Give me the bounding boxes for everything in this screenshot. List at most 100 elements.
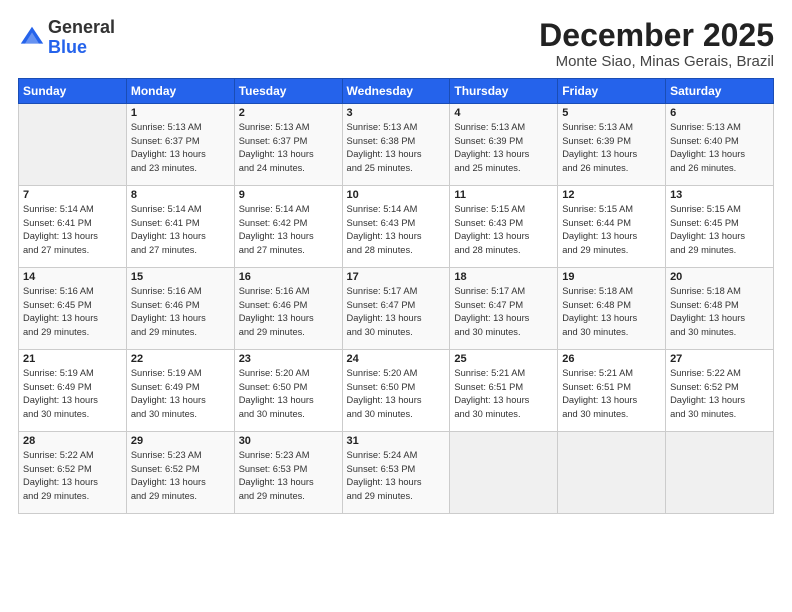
calendar-cell: 11 Sunrise: 5:15 AMSunset: 6:43 PMDayligh… xyxy=(450,186,558,268)
day-number: 12 xyxy=(562,189,661,201)
day-info: Sunrise: 5:22 AMSunset: 6:52 PMDaylight:… xyxy=(670,367,769,421)
day-info: Sunrise: 5:17 AMSunset: 6:47 PMDaylight:… xyxy=(347,285,446,339)
day-info: Sunrise: 5:16 AMSunset: 6:46 PMDaylight:… xyxy=(131,285,230,339)
day-number: 3 xyxy=(347,107,446,119)
week-row-3: 21 Sunrise: 5:19 AMSunset: 6:49 PMDayligh… xyxy=(19,350,774,432)
day-info: Sunrise: 5:14 AMSunset: 6:41 PMDaylight:… xyxy=(23,203,122,257)
day-info: Sunrise: 5:13 AMSunset: 6:40 PMDaylight:… xyxy=(670,121,769,175)
logo: General Blue xyxy=(18,18,115,58)
day-number: 11 xyxy=(454,189,553,201)
day-info: Sunrise: 5:22 AMSunset: 6:52 PMDaylight:… xyxy=(23,449,122,503)
calendar-cell: 22 Sunrise: 5:19 AMSunset: 6:49 PMDayligh… xyxy=(126,350,234,432)
calendar-cell xyxy=(666,432,774,514)
calendar-cell: 16 Sunrise: 5:16 AMSunset: 6:46 PMDayligh… xyxy=(234,268,342,350)
day-info: Sunrise: 5:20 AMSunset: 6:50 PMDaylight:… xyxy=(347,367,446,421)
day-number: 10 xyxy=(347,189,446,201)
day-number: 6 xyxy=(670,107,769,119)
day-number: 18 xyxy=(454,271,553,283)
header-cell-thursday: Thursday xyxy=(450,79,558,104)
calendar-cell: 23 Sunrise: 5:20 AMSunset: 6:50 PMDayligh… xyxy=(234,350,342,432)
day-number: 2 xyxy=(239,107,338,119)
day-number: 1 xyxy=(131,107,230,119)
calendar-cell: 20Sunrise: 5:18 AMSunset: 6:48 PMDayligh… xyxy=(666,268,774,350)
calendar-cell xyxy=(450,432,558,514)
calendar-cell: 25 Sunrise: 5:21 AMSunset: 6:51 PMDayligh… xyxy=(450,350,558,432)
day-number: 8 xyxy=(131,189,230,201)
day-number: 7 xyxy=(23,189,122,201)
logo-icon xyxy=(18,24,46,52)
day-info: Sunrise: 5:21 AMSunset: 6:51 PMDaylight:… xyxy=(454,367,553,421)
calendar-cell: 27 Sunrise: 5:22 AMSunset: 6:52 PMDayligh… xyxy=(666,350,774,432)
logo-general: General xyxy=(48,17,115,37)
calendar-cell: 17 Sunrise: 5:17 AMSunset: 6:47 PMDayligh… xyxy=(342,268,450,350)
day-number: 4 xyxy=(454,107,553,119)
day-info: Sunrise: 5:21 AMSunset: 6:51 PMDaylight:… xyxy=(562,367,661,421)
day-info: Sunrise: 5:14 AMSunset: 6:42 PMDaylight:… xyxy=(239,203,338,257)
header-row: SundayMondayTuesdayWednesdayThursdayFrid… xyxy=(19,79,774,104)
calendar-cell xyxy=(558,432,666,514)
calendar-cell: 14Sunrise: 5:16 AMSunset: 6:45 PMDayligh… xyxy=(19,268,127,350)
calendar-cell: 2 Sunrise: 5:13 AMSunset: 6:37 PMDaylight… xyxy=(234,104,342,186)
day-number: 28 xyxy=(23,435,122,447)
calendar-cell: 28 Sunrise: 5:22 AMSunset: 6:52 PMDayligh… xyxy=(19,432,127,514)
day-info: Sunrise: 5:15 AMSunset: 6:43 PMDaylight:… xyxy=(454,203,553,257)
day-number: 23 xyxy=(239,353,338,365)
title-block: December 2025 Monte Siao, Minas Gerais, … xyxy=(539,18,774,70)
day-info: Sunrise: 5:13 AMSunset: 6:37 PMDaylight:… xyxy=(239,121,338,175)
location: Monte Siao, Minas Gerais, Brazil xyxy=(539,53,774,70)
day-info: Sunrise: 5:16 AMSunset: 6:46 PMDaylight:… xyxy=(239,285,338,339)
calendar-cell: 19 Sunrise: 5:18 AMSunset: 6:48 PMDayligh… xyxy=(558,268,666,350)
day-number: 9 xyxy=(239,189,338,201)
calendar-cell: 8 Sunrise: 5:14 AMSunset: 6:41 PMDaylight… xyxy=(126,186,234,268)
calendar-cell: 13Sunrise: 5:15 AMSunset: 6:45 PMDayligh… xyxy=(666,186,774,268)
day-number: 19 xyxy=(562,271,661,283)
calendar-cell: 21 Sunrise: 5:19 AMSunset: 6:49 PMDayligh… xyxy=(19,350,127,432)
header-cell-friday: Friday xyxy=(558,79,666,104)
calendar-cell: 18 Sunrise: 5:17 AMSunset: 6:47 PMDayligh… xyxy=(450,268,558,350)
calendar-cell: 7 Sunrise: 5:14 AMSunset: 6:41 PMDaylight… xyxy=(19,186,127,268)
day-number: 14 xyxy=(23,271,122,283)
calendar-cell: 29 Sunrise: 5:23 AMSunset: 6:52 PMDayligh… xyxy=(126,432,234,514)
day-number: 5 xyxy=(562,107,661,119)
calendar-cell: 31Sunrise: 5:24 AMSunset: 6:53 PMDayligh… xyxy=(342,432,450,514)
week-row-4: 28 Sunrise: 5:22 AMSunset: 6:52 PMDayligh… xyxy=(19,432,774,514)
calendar-cell: 30Sunrise: 5:23 AMSunset: 6:53 PMDayligh… xyxy=(234,432,342,514)
calendar-cell: 12 Sunrise: 5:15 AMSunset: 6:44 PMDayligh… xyxy=(558,186,666,268)
day-info: Sunrise: 5:14 AMSunset: 6:41 PMDaylight:… xyxy=(131,203,230,257)
day-info: Sunrise: 5:19 AMSunset: 6:49 PMDaylight:… xyxy=(23,367,122,421)
header-cell-wednesday: Wednesday xyxy=(342,79,450,104)
header: General Blue December 2025 Monte Siao, M… xyxy=(18,18,774,70)
calendar-body: 1 Sunrise: 5:13 AMSunset: 6:37 PMDaylight… xyxy=(19,104,774,514)
day-number: 21 xyxy=(23,353,122,365)
day-info: Sunrise: 5:24 AMSunset: 6:53 PMDaylight:… xyxy=(347,449,446,503)
day-info: Sunrise: 5:23 AMSunset: 6:52 PMDaylight:… xyxy=(131,449,230,503)
logo-blue: Blue xyxy=(48,37,87,57)
calendar-cell: 15Sunrise: 5:16 AMSunset: 6:46 PMDayligh… xyxy=(126,268,234,350)
calendar-cell: 6 Sunrise: 5:13 AMSunset: 6:40 PMDaylight… xyxy=(666,104,774,186)
day-info: Sunrise: 5:20 AMSunset: 6:50 PMDaylight:… xyxy=(239,367,338,421)
calendar-table: SundayMondayTuesdayWednesdayThursdayFrid… xyxy=(18,78,774,514)
week-row-1: 7 Sunrise: 5:14 AMSunset: 6:41 PMDaylight… xyxy=(19,186,774,268)
day-number: 24 xyxy=(347,353,446,365)
day-number: 29 xyxy=(131,435,230,447)
day-info: Sunrise: 5:17 AMSunset: 6:47 PMDaylight:… xyxy=(454,285,553,339)
day-info: Sunrise: 5:19 AMSunset: 6:49 PMDaylight:… xyxy=(131,367,230,421)
calendar-header: SundayMondayTuesdayWednesdayThursdayFrid… xyxy=(19,79,774,104)
day-number: 16 xyxy=(239,271,338,283)
day-number: 17 xyxy=(347,271,446,283)
calendar-cell: 3Sunrise: 5:13 AMSunset: 6:38 PMDaylight… xyxy=(342,104,450,186)
page: General Blue December 2025 Monte Siao, M… xyxy=(0,0,792,612)
day-info: Sunrise: 5:15 AMSunset: 6:44 PMDaylight:… xyxy=(562,203,661,257)
day-number: 22 xyxy=(131,353,230,365)
header-cell-saturday: Saturday xyxy=(666,79,774,104)
day-number: 25 xyxy=(454,353,553,365)
day-info: Sunrise: 5:13 AMSunset: 6:39 PMDaylight:… xyxy=(454,121,553,175)
header-cell-tuesday: Tuesday xyxy=(234,79,342,104)
day-info: Sunrise: 5:18 AMSunset: 6:48 PMDaylight:… xyxy=(670,285,769,339)
day-info: Sunrise: 5:18 AMSunset: 6:48 PMDaylight:… xyxy=(562,285,661,339)
day-info: Sunrise: 5:14 AMSunset: 6:43 PMDaylight:… xyxy=(347,203,446,257)
day-number: 27 xyxy=(670,353,769,365)
calendar-cell: 10 Sunrise: 5:14 AMSunset: 6:43 PMDayligh… xyxy=(342,186,450,268)
day-info: Sunrise: 5:13 AMSunset: 6:39 PMDaylight:… xyxy=(562,121,661,175)
calendar-cell: 9 Sunrise: 5:14 AMSunset: 6:42 PMDaylight… xyxy=(234,186,342,268)
